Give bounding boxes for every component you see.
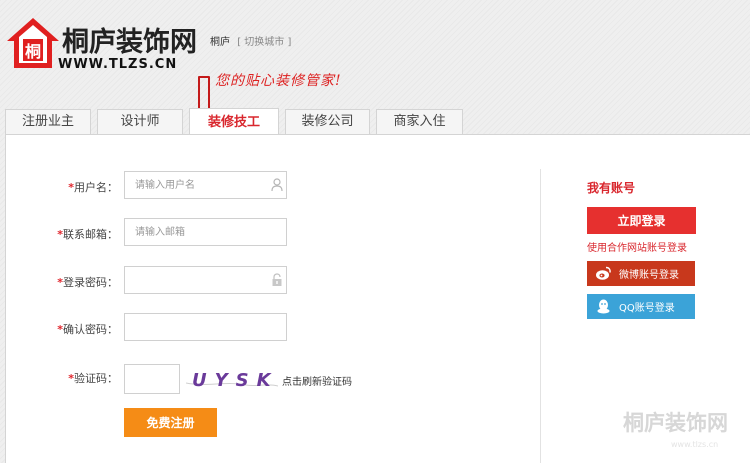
tab-technician[interactable]: 装修技工 [189, 108, 279, 135]
tab-owner[interactable]: 注册业主 [5, 109, 91, 135]
refresh-captcha-link[interactable]: 点击刷新验证码 [282, 373, 352, 388]
panel-divider [540, 169, 541, 463]
weibo-icon [596, 266, 611, 280]
watermark-domain: www.tlzs.cn [671, 440, 719, 449]
qq-penguin-icon [597, 299, 610, 314]
lock-icon [272, 273, 282, 286]
tab-designer[interactable]: 设计师 [97, 109, 183, 135]
captcha-code: UYSK [192, 370, 278, 389]
confirm-label: *确认密码： [57, 323, 118, 336]
username-label: *用户名： [68, 181, 118, 194]
login-now-button[interactable]: 立即登录 [587, 207, 696, 234]
email-label: *联系邮箱： [57, 228, 118, 241]
have-account-title: 我有账号 [587, 181, 636, 195]
watermark: 桐庐装饰网 [623, 410, 728, 435]
logo-title: 桐庐装饰网 [62, 27, 197, 58]
confirm-password-input[interactable] [124, 313, 287, 341]
logo-domain: WWW.TLZS.CN [58, 57, 178, 72]
email-input[interactable] [124, 218, 287, 246]
partner-login-note: 使用合作网站账号登录 [587, 243, 687, 254]
free-register-button[interactable]: 免费注册 [124, 408, 217, 437]
qq-login-label: QQ账号登录 [619, 303, 675, 314]
captcha-input[interactable] [124, 364, 180, 394]
switch-city-link[interactable]: [ 切换城市 ] [237, 37, 291, 48]
captcha-image[interactable]: UYSK [186, 365, 278, 389]
username-input[interactable] [124, 171, 287, 199]
user-icon [271, 178, 283, 192]
password-input[interactable] [124, 266, 287, 294]
current-city: 桐庐 [ 切换城市 ] [210, 33, 291, 48]
captcha-label: *验证码： [68, 372, 118, 385]
registration-tabs: 注册业主 设计师 装修技工 装修公司 商家入住 [5, 108, 475, 135]
weibo-login-button[interactable]: 微博账号登录 [587, 261, 695, 286]
logo-house-char: 桐 [25, 42, 41, 61]
registration-panel: *用户名： *联系邮箱： *登录密码： *确认密码： [5, 134, 750, 463]
tab-merchant[interactable]: 商家入住 [376, 109, 463, 135]
house-logo-icon: 桐 [7, 18, 59, 68]
password-label: *登录密码： [57, 276, 118, 289]
tab-company[interactable]: 装修公司 [285, 109, 370, 135]
slogan: 您的贴心装修管家! [215, 73, 342, 89]
city-name: 桐庐 [210, 37, 230, 48]
qq-login-button[interactable]: QQ账号登录 [587, 294, 695, 319]
site-logo[interactable]: 桐 桐庐装饰网 WWW.TLZS.CN [6, 17, 206, 77]
weibo-login-label: 微博账号登录 [619, 270, 679, 281]
